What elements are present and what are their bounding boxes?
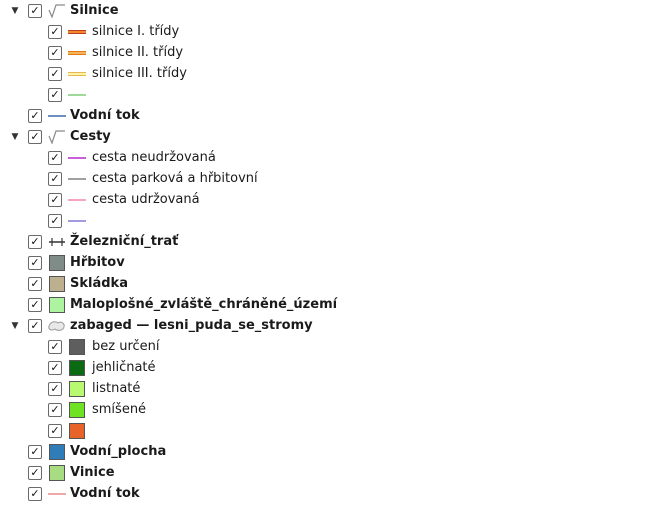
visibility-checkbox[interactable]: ✓ bbox=[48, 24, 62, 39]
rule-based-renderer-icon bbox=[48, 128, 66, 146]
legend-item-label: cesta parková a hřbitovní bbox=[92, 171, 258, 186]
fill-symbol-icon bbox=[68, 359, 86, 377]
visibility-checkbox[interactable]: ✓ bbox=[48, 87, 62, 102]
fill-symbol-icon bbox=[48, 275, 66, 293]
visibility-checkbox[interactable]: ✓ bbox=[28, 318, 42, 333]
layer-name: Maloplošné_zvláště_chráněné_území bbox=[70, 297, 338, 312]
legend-item-row[interactable]: ✓ silnice I. třídy bbox=[0, 21, 646, 42]
legend-item-label: smíšené bbox=[92, 402, 147, 417]
layer-name: Železniční_trať bbox=[70, 234, 179, 249]
visibility-checkbox[interactable]: ✓ bbox=[28, 444, 42, 459]
visibility-checkbox[interactable]: ✓ bbox=[48, 381, 62, 396]
layer-row[interactable]: ✓ Železniční_trať bbox=[0, 231, 646, 252]
line-symbol-icon bbox=[48, 107, 66, 125]
legend-item-label: cesta neudržovaná bbox=[92, 150, 216, 165]
road-symbol-icon bbox=[68, 65, 86, 83]
visibility-checkbox[interactable]: ✓ bbox=[28, 3, 42, 18]
collapse-arrow-icon[interactable]: ▼ bbox=[10, 321, 20, 331]
railway-symbol-icon bbox=[48, 233, 66, 251]
visibility-checkbox[interactable]: ✓ bbox=[48, 360, 62, 375]
layer-name: Hřbitov bbox=[70, 255, 125, 270]
visibility-checkbox[interactable]: ✓ bbox=[48, 339, 62, 354]
legend-item-row[interactable]: ✓ bez určení bbox=[0, 336, 646, 357]
legend-item-row[interactable]: ✓ bbox=[0, 210, 646, 231]
legend-item-row[interactable]: ✓ smíšené bbox=[0, 399, 646, 420]
layer-row[interactable]: ✓ Vinice bbox=[0, 462, 646, 483]
fill-symbol-icon bbox=[68, 401, 86, 419]
fill-symbol-icon bbox=[68, 338, 86, 356]
rule-based-renderer-icon bbox=[48, 2, 66, 20]
legend-item-row[interactable]: ✓ bbox=[0, 420, 646, 441]
legend-item-label: silnice II. třídy bbox=[92, 45, 184, 60]
visibility-checkbox[interactable]: ✓ bbox=[28, 486, 42, 501]
legend-item-label: silnice III. třídy bbox=[92, 66, 187, 81]
legend-item-row[interactable]: ✓ cesta udržovaná bbox=[0, 189, 646, 210]
visibility-checkbox[interactable]: ✓ bbox=[28, 297, 42, 312]
visibility-checkbox[interactable]: ✓ bbox=[48, 402, 62, 417]
fill-symbol-icon bbox=[68, 380, 86, 398]
layer-name: Skládka bbox=[70, 276, 128, 291]
visibility-checkbox[interactable]: ✓ bbox=[48, 45, 62, 60]
visibility-checkbox[interactable]: ✓ bbox=[48, 171, 62, 186]
visibility-checkbox[interactable]: ✓ bbox=[28, 276, 42, 291]
layer-name: Cesty bbox=[70, 129, 111, 144]
layer-row[interactable]: ✓ Skládka bbox=[0, 273, 646, 294]
visibility-checkbox[interactable]: ✓ bbox=[28, 465, 42, 480]
layer-name: Vinice bbox=[70, 465, 115, 480]
fill-symbol-icon bbox=[48, 464, 66, 482]
legend-item-label: bez určení bbox=[92, 339, 160, 354]
line-symbol-icon bbox=[68, 149, 86, 167]
legend-item-row[interactable]: ✓ silnice II. třídy bbox=[0, 42, 646, 63]
categorized-renderer-icon bbox=[48, 317, 66, 335]
fill-symbol-icon bbox=[48, 254, 66, 272]
legend-item-label: silnice I. třídy bbox=[92, 24, 180, 39]
visibility-checkbox[interactable]: ✓ bbox=[28, 255, 42, 270]
visibility-checkbox[interactable]: ✓ bbox=[48, 192, 62, 207]
fill-symbol-icon bbox=[68, 422, 86, 440]
legend-item-row[interactable]: ✓ jehličnaté bbox=[0, 357, 646, 378]
visibility-checkbox[interactable]: ✓ bbox=[48, 423, 62, 438]
visibility-checkbox[interactable]: ✓ bbox=[48, 66, 62, 81]
line-symbol-icon bbox=[68, 191, 86, 209]
layer-row[interactable]: ▼ ✓ Silnice bbox=[0, 0, 646, 21]
layer-row[interactable]: ✓ Maloplošné_zvláště_chráněné_území bbox=[0, 294, 646, 315]
fill-symbol-icon bbox=[48, 443, 66, 461]
collapse-arrow-icon[interactable]: ▼ bbox=[10, 132, 20, 142]
layer-row[interactable]: ▼ ✓ Cesty bbox=[0, 126, 646, 147]
visibility-checkbox[interactable]: ✓ bbox=[48, 213, 62, 228]
visibility-checkbox[interactable]: ✓ bbox=[28, 129, 42, 144]
visibility-checkbox[interactable]: ✓ bbox=[28, 108, 42, 123]
line-symbol-icon bbox=[48, 485, 66, 503]
legend-item-label: listnaté bbox=[92, 381, 141, 396]
line-symbol-icon bbox=[68, 86, 86, 104]
legend-item-label: jehličnaté bbox=[92, 360, 156, 375]
layer-row[interactable]: ✓ Vodní_plocha bbox=[0, 441, 646, 462]
legend-item-row[interactable]: ✓ cesta neudržovaná bbox=[0, 147, 646, 168]
fill-symbol-icon bbox=[48, 296, 66, 314]
layer-row[interactable]: ✓ Vodní tok bbox=[0, 105, 646, 126]
layer-name: Vodní_plocha bbox=[70, 444, 167, 459]
visibility-checkbox[interactable]: ✓ bbox=[28, 234, 42, 249]
legend-item-row[interactable]: ✓ bbox=[0, 84, 646, 105]
layer-name: Silnice bbox=[70, 3, 119, 18]
layer-row[interactable]: ✓ Hřbitov bbox=[0, 252, 646, 273]
visibility-checkbox[interactable]: ✓ bbox=[48, 150, 62, 165]
legend-item-label: cesta udržovaná bbox=[92, 192, 200, 207]
road-symbol-icon bbox=[68, 23, 86, 41]
layer-name: Vodní tok bbox=[70, 108, 140, 123]
layer-name: zabaged — lesni_puda_se_stromy bbox=[70, 318, 313, 333]
legend-item-row[interactable]: ✓ silnice III. třídy bbox=[0, 63, 646, 84]
legend-item-row[interactable]: ✓ listnaté bbox=[0, 378, 646, 399]
layer-name: Vodní tok bbox=[70, 486, 140, 501]
collapse-arrow-icon[interactable]: ▼ bbox=[10, 6, 20, 16]
road-symbol-icon bbox=[68, 44, 86, 62]
layer-row[interactable]: ✓ Vodní tok bbox=[0, 483, 646, 504]
legend-item-row[interactable]: ✓ cesta parková a hřbitovní bbox=[0, 168, 646, 189]
line-symbol-icon bbox=[68, 212, 86, 230]
line-symbol-icon bbox=[68, 170, 86, 188]
layer-row[interactable]: ▼ ✓ zabaged — lesni_puda_se_stromy bbox=[0, 315, 646, 336]
